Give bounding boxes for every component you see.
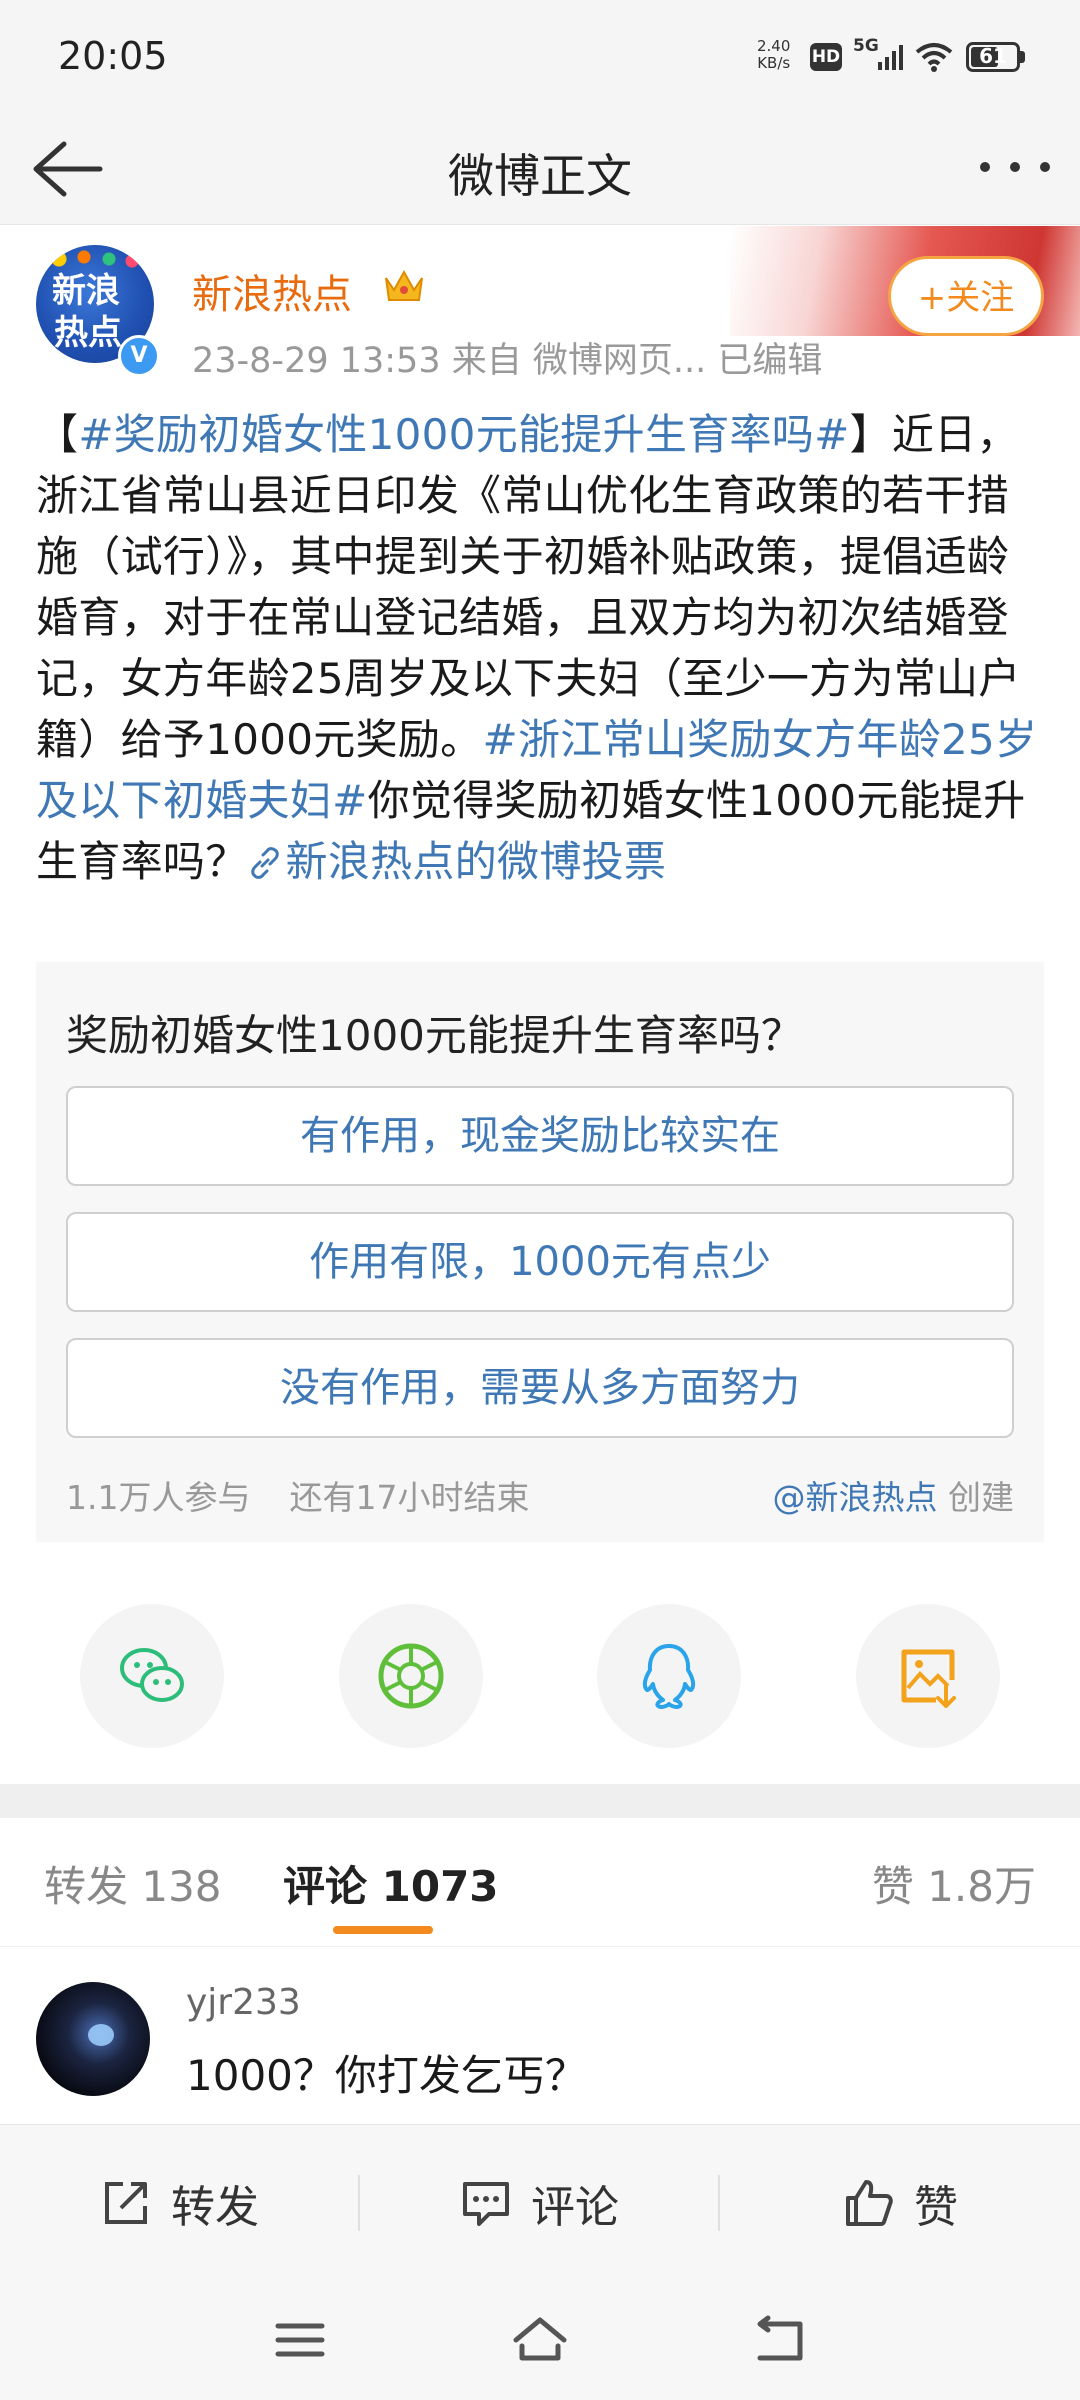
comment-text: 1000？你打发乞丐？ xyxy=(186,2051,587,2100)
battery-level: 61 xyxy=(979,44,1007,68)
return-icon[interactable] xyxy=(752,2312,808,2368)
avatar-text-line2: 热点 xyxy=(54,313,122,353)
tabs-divider xyxy=(0,1946,1080,1947)
tab-comment[interactable]: 评论 1073 xyxy=(283,1853,499,1914)
repost-button[interactable]: 转发 xyxy=(0,2125,358,2281)
like-label: 赞 xyxy=(914,2182,958,2233)
network-speed: 2.40 KB/s xyxy=(757,38,790,72)
wifi-icon xyxy=(915,43,953,72)
section-divider xyxy=(0,1784,1080,1818)
active-tab-indicator xyxy=(333,1926,433,1934)
poll-remaining: 还有17小时结束 xyxy=(289,1478,530,1517)
post-body: 【#奖励初婚女性1000元能提升生育率吗#】近日，浙江省常山县近日印发《常山优化… xyxy=(36,404,1048,892)
network-speed-unit: KB/s xyxy=(757,54,791,72)
comment-username[interactable]: yjr233 xyxy=(186,1982,301,2023)
comment-avatar[interactable] xyxy=(36,1982,150,2096)
poll-option-1[interactable]: 有作用，现金奖励比较实在 xyxy=(66,1086,1014,1186)
follow-button[interactable]: +关注 xyxy=(888,256,1044,336)
repost-label: 转发 xyxy=(171,2182,259,2233)
poll-card: 奖励初婚女性1000元能提升生育率吗？ 有作用，现金奖励比较实在 作用有限，10… xyxy=(36,962,1044,1542)
poll-option-2[interactable]: 作用有限，1000元有点少 xyxy=(66,1212,1014,1312)
tab-like[interactable]: 赞 1.8万 xyxy=(872,1853,1036,1914)
comment-icon xyxy=(463,2182,509,2226)
comment-label: 评论 xyxy=(531,2182,619,2233)
poll-creator: @新浪热点 创建 xyxy=(773,1471,1015,1519)
link-icon xyxy=(250,847,279,879)
poll-participants: 1.1万人参与 xyxy=(66,1478,251,1517)
post-text: 【 xyxy=(36,410,79,459)
more-dots-icon[interactable] xyxy=(975,152,1055,182)
author-name[interactable]: 新浪热点 xyxy=(192,262,352,320)
share-wechat-button[interactable] xyxy=(80,1604,224,1748)
post-meta: 23-8-29 13:53 来自 微博网页... 已编辑 xyxy=(192,341,823,381)
top-nav-bar: 微博正文 xyxy=(0,112,1080,225)
thumbs-up-icon xyxy=(846,2180,893,2226)
bottom-action-bar: 转发 评论 赞 xyxy=(0,2124,1080,2281)
wechat-icon xyxy=(120,1648,184,1702)
like-button[interactable]: 赞 xyxy=(720,2125,1080,2281)
hd-icon: HD xyxy=(810,43,842,71)
share-save-image-button[interactable] xyxy=(856,1604,1000,1748)
poll-option-3[interactable]: 没有作用，需要从多方面努力 xyxy=(66,1338,1014,1438)
poll-question: 奖励初婚女性1000元能提升生育率吗？ xyxy=(66,1011,803,1060)
avatar-graphic xyxy=(88,2024,114,2046)
signal-icon xyxy=(878,45,903,70)
poll-creator-link[interactable]: @新浪热点 xyxy=(773,1478,938,1517)
crown-icon xyxy=(385,269,423,301)
menu-icon[interactable] xyxy=(272,2312,328,2368)
share-moments-button[interactable] xyxy=(339,1604,483,1748)
save-image-icon xyxy=(901,1649,956,1708)
page-title: 微博正文 xyxy=(448,149,632,203)
battery-cap xyxy=(1020,51,1025,63)
network-type: 5G xyxy=(853,36,879,56)
battery-icon: 61 xyxy=(966,42,1020,72)
system-nav-bar xyxy=(0,2280,1080,2400)
share-qq-button[interactable] xyxy=(597,1604,741,1748)
home-icon[interactable] xyxy=(512,2312,568,2368)
post-text: 】近日，浙江省常山县近日印发《常山优化生育政策的若干措施（试行）》，其中提到关于… xyxy=(36,410,1021,764)
poll-stats: 1.1万人参与 还有17小时结束 xyxy=(66,1471,529,1519)
tab-repost[interactable]: 转发 138 xyxy=(44,1853,222,1914)
network-speed-value: 2.40 xyxy=(757,37,791,55)
qq-icon xyxy=(642,1644,696,1709)
comment-button[interactable]: 评论 xyxy=(360,2125,718,2281)
poll-creator-suffix: 创建 xyxy=(937,1478,1014,1517)
repost-icon xyxy=(105,2182,147,2224)
status-bar: 20:05 2.40 KB/s HD 5G 61 xyxy=(0,0,1080,112)
status-time: 20:05 xyxy=(58,34,168,78)
hashtag-link[interactable]: #奖励初婚女性1000元能提升生育率吗# xyxy=(78,410,849,459)
moments-icon xyxy=(378,1643,444,1709)
verified-badge-icon: V xyxy=(118,335,160,377)
vote-link[interactable]: 新浪热点的微博投票 xyxy=(286,837,667,886)
